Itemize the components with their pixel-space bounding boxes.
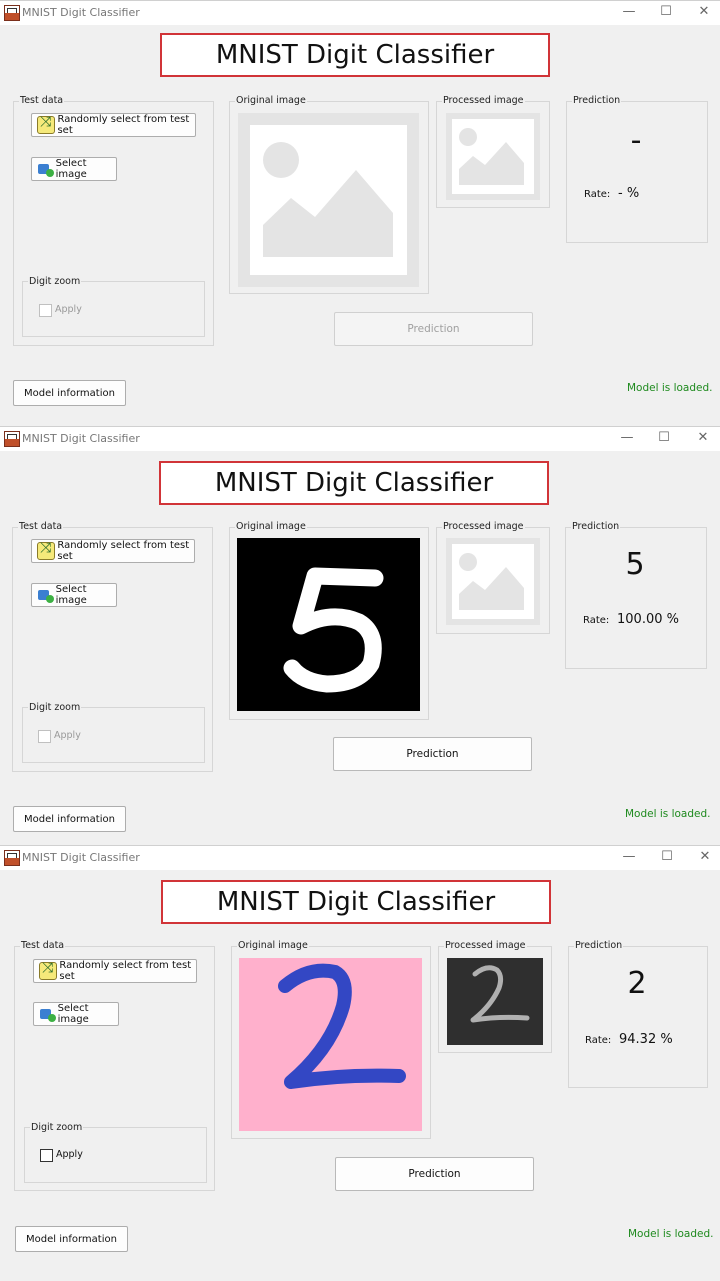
prediction-button[interactable]: Prediction (334, 312, 533, 346)
page-title: MNIST Digit Classifier (159, 461, 549, 505)
prediction-group-label: Prediction (574, 940, 624, 951)
status-message: Model is loaded. (625, 808, 711, 820)
test-data-label: Test data (19, 95, 65, 106)
window-title: MNIST Digit Classifier (22, 851, 140, 864)
select-image-button[interactable]: Select image (31, 157, 117, 181)
select-image-label: Select image (57, 1003, 89, 1025)
apply-label: Apply (55, 304, 82, 315)
test-data-label: Test data (20, 940, 66, 951)
digit-zoom-label: Digit zoom (28, 276, 82, 287)
shuffle-icon (39, 960, 58, 980)
close-icon[interactable]: ✕ (694, 429, 712, 447)
shuffle-icon (37, 540, 56, 560)
rate-value: 94.32 % (619, 1032, 673, 1047)
app-window-3: MNIST Digit Classifier — ☐ ✕ MNIST Digit… (0, 845, 720, 1281)
rate-label: Rate: (584, 189, 611, 200)
random-select-button[interactable]: Randomly select from test set (33, 959, 197, 983)
original-image-label: Original image (235, 521, 307, 532)
select-image-icon (39, 1005, 56, 1023)
original-image-placeholder (238, 113, 419, 287)
status-message: Model is loaded. (628, 1228, 714, 1240)
minimize-icon[interactable]: — (620, 848, 638, 866)
original-image-label: Original image (235, 95, 307, 106)
shuffle-icon (37, 114, 56, 134)
processed-image-placeholder (446, 113, 540, 200)
random-select-label: Randomly select from test set (59, 960, 192, 982)
rate-value: 100.00 % (617, 612, 679, 627)
maximize-icon[interactable]: ☐ (657, 3, 675, 21)
minimize-icon[interactable]: — (618, 429, 636, 447)
apply-checkbox[interactable] (40, 1149, 53, 1162)
model-information-button[interactable]: Model information (13, 806, 126, 832)
page-title: MNIST Digit Classifier (161, 880, 551, 924)
title-bar: MNIST Digit Classifier — ☐ ✕ (0, 846, 720, 870)
prediction-button[interactable]: Prediction (335, 1157, 534, 1191)
original-image-label: Original image (237, 940, 309, 951)
processed-image-label: Processed image (442, 521, 525, 532)
model-information-button[interactable]: Model information (13, 380, 126, 406)
window-title: MNIST Digit Classifier (22, 432, 140, 445)
apply-label: Apply (56, 1149, 83, 1160)
processed-image-placeholder (446, 538, 540, 625)
apply-checkbox[interactable] (38, 730, 51, 743)
test-data-label: Test data (18, 521, 64, 532)
app-icon (4, 5, 20, 21)
select-image-label: Select image (55, 158, 87, 180)
select-image-button[interactable]: Select image (33, 1002, 119, 1026)
maximize-icon[interactable]: ☐ (655, 429, 673, 447)
image-placeholder-icon (459, 553, 524, 610)
app-icon (4, 850, 20, 866)
app-window-2: MNIST Digit Classifier — ☐ ✕ MNIST Digit… (0, 426, 720, 845)
predicted-digit: 2 (627, 966, 647, 1001)
close-icon[interactable]: ✕ (696, 848, 714, 866)
select-image-icon (37, 160, 54, 178)
original-digit-image (237, 538, 420, 711)
processed-image-label: Processed image (444, 940, 527, 951)
select-image-button[interactable]: Select image (31, 583, 117, 607)
select-image-label: Select image (55, 584, 87, 606)
image-placeholder-icon (263, 142, 393, 257)
title-bar: MNIST Digit Classifier — ☐ ✕ (0, 427, 720, 451)
window-title: MNIST Digit Classifier (22, 6, 140, 19)
original-digit-image (239, 958, 422, 1131)
apply-checkbox[interactable] (39, 304, 52, 317)
minimize-icon[interactable]: — (620, 3, 638, 21)
image-placeholder-icon (459, 128, 524, 185)
predicted-digit: - (630, 123, 642, 158)
model-information-button[interactable]: Model information (15, 1226, 128, 1252)
page-title: MNIST Digit Classifier (160, 33, 550, 77)
close-icon[interactable]: ✕ (695, 3, 713, 21)
apply-label: Apply (54, 730, 81, 741)
title-bar: MNIST Digit Classifier — ☐ ✕ (0, 1, 720, 25)
random-select-label: Randomly select from test set (57, 114, 190, 136)
processed-digit-image (447, 958, 543, 1045)
prediction-button[interactable]: Prediction (333, 737, 532, 771)
status-message: Model is loaded. (627, 382, 713, 394)
prediction-group-label: Prediction (572, 95, 622, 106)
digit-zoom-label: Digit zoom (28, 702, 82, 713)
app-icon (4, 431, 20, 447)
processed-image-label: Processed image (442, 95, 525, 106)
app-window-1: MNIST Digit Classifier — ☐ ✕ MNIST Digit… (0, 0, 720, 426)
select-image-icon (37, 586, 54, 604)
rate-label: Rate: (583, 615, 610, 626)
random-select-button[interactable]: Randomly select from test set (31, 539, 195, 563)
rate-label: Rate: (585, 1035, 612, 1046)
random-select-button[interactable]: Randomly select from test set (31, 113, 196, 137)
prediction-group-label: Prediction (571, 521, 621, 532)
predicted-digit: 5 (625, 547, 645, 582)
rate-value: - % (618, 186, 640, 201)
random-select-label: Randomly select from test set (57, 540, 190, 562)
maximize-icon[interactable]: ☐ (658, 848, 676, 866)
digit-zoom-label: Digit zoom (30, 1122, 84, 1133)
